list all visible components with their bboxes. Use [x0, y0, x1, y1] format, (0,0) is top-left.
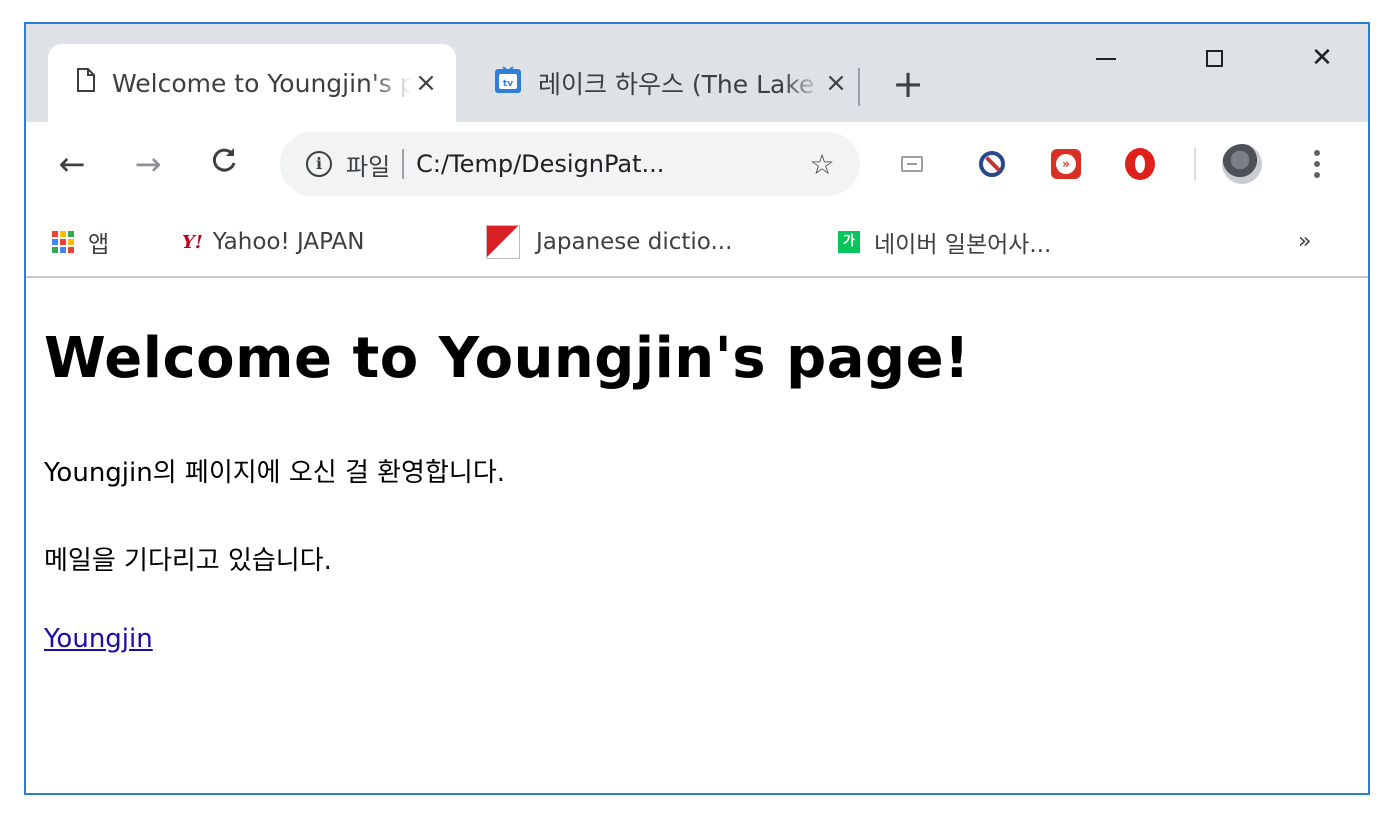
bookmark-label: 앱 — [88, 232, 110, 258]
info-icon[interactable]: i — [306, 151, 332, 177]
bookmark-yahoo[interactable]: Y! Yahoo! JAPAN — [182, 224, 364, 260]
apps-grid-icon — [52, 231, 74, 253]
menu-icon[interactable] — [1302, 142, 1332, 186]
page-heading: Welcome to Youngjin's page! — [44, 326, 971, 391]
bookmark-label: 네이버 일본어사... — [874, 232, 1052, 258]
bookmarks-bar: 앱 Y! Yahoo! JAPAN Japanese dictio... 가 네… — [26, 206, 1368, 278]
apps-dot — [60, 239, 66, 245]
reload-icon — [212, 148, 236, 172]
bookmark-apps[interactable]: 앱 — [52, 224, 109, 260]
bookmark-japanese-dictionary[interactable]: Japanese dictio... — [486, 224, 732, 260]
apps-dot — [60, 231, 66, 237]
maximize-button[interactable] — [1184, 38, 1244, 78]
minimize-icon — [1096, 57, 1116, 60]
tab-close-button[interactable]: × — [822, 68, 850, 98]
tab-lake-house[interactable]: tv 레이크 하우스 (The Lake House) × — [466, 44, 866, 122]
close-window-button[interactable]: ✕ — [1292, 38, 1352, 78]
bookmark-naver[interactable]: 가 네이버 일본어사... — [838, 224, 1051, 260]
bookmark-label: Japanese dictio... — [536, 229, 733, 255]
block-extension-icon[interactable] — [974, 146, 1010, 182]
bookmark-label: Yahoo! JAPAN — [212, 229, 365, 255]
tv-icon: tv — [494, 66, 522, 100]
dictionary-icon — [486, 225, 520, 259]
apps-dot — [60, 247, 66, 253]
naver-icon: 가 — [838, 231, 860, 253]
maximize-icon — [1205, 50, 1223, 67]
forward-button[interactable]: → — [126, 142, 170, 186]
tab-close-button[interactable]: × — [412, 68, 440, 98]
tab-welcome[interactable]: Welcome to Youngjin's page! × — [48, 44, 456, 122]
yahoo-icon: Y! — [182, 231, 203, 253]
apps-dot — [68, 231, 74, 237]
url-scheme: 파일 — [346, 152, 391, 181]
minimize-button[interactable] — [1076, 38, 1136, 78]
apps-dot — [68, 247, 74, 253]
new-tab-button[interactable]: + — [888, 64, 928, 104]
tab-title: Welcome to Youngjin's page! — [112, 68, 412, 98]
tab-separator — [858, 68, 860, 106]
url-separator — [402, 149, 405, 179]
tab-strip: Welcome to Youngjin's page! × tv 레이크 하우스… — [26, 24, 1368, 122]
browser-window: Welcome to Youngjin's page! × tv 레이크 하우스… — [24, 22, 1370, 795]
address-bar[interactable]: i 파일 C:/Temp/DesignPat... ☆ — [280, 132, 860, 196]
apps-dot — [52, 239, 58, 245]
welcome-paragraph: Youngjin의 페이지에 오신 걸 환영합니다. — [44, 458, 506, 488]
svg-text:tv: tv — [503, 79, 513, 89]
toolbar-separator — [1194, 148, 1196, 180]
tab-title: 레이크 하우스 (The Lake House) — [538, 70, 822, 99]
apps-dot — [52, 231, 58, 237]
back-button[interactable]: ← — [50, 142, 94, 186]
reload-button[interactable] — [202, 142, 246, 186]
bookmark-star-icon[interactable]: ☆ — [802, 148, 842, 181]
url-text[interactable]: C:/Temp/DesignPat... — [416, 150, 802, 178]
fast-forward-extension-icon[interactable]: » — [1048, 146, 1084, 182]
page-icon — [76, 68, 96, 98]
more-bookmarks-button[interactable]: » — [1298, 224, 1311, 260]
youngjin-link[interactable]: Youngjin — [44, 624, 153, 654]
opera-extension-icon[interactable] — [1122, 146, 1158, 182]
toolbar: ← → i 파일 C:/Temp/DesignPat... ☆ » — [26, 122, 1368, 206]
profile-avatar[interactable] — [1222, 144, 1262, 184]
apps-dot — [68, 239, 74, 245]
cast-icon[interactable] — [894, 146, 930, 182]
apps-dot — [52, 247, 58, 253]
mail-paragraph: 메일을 기다리고 있습니다. — [44, 546, 332, 576]
page-content: Welcome to Youngjin's page! Youngjin의 페이… — [26, 278, 1368, 793]
